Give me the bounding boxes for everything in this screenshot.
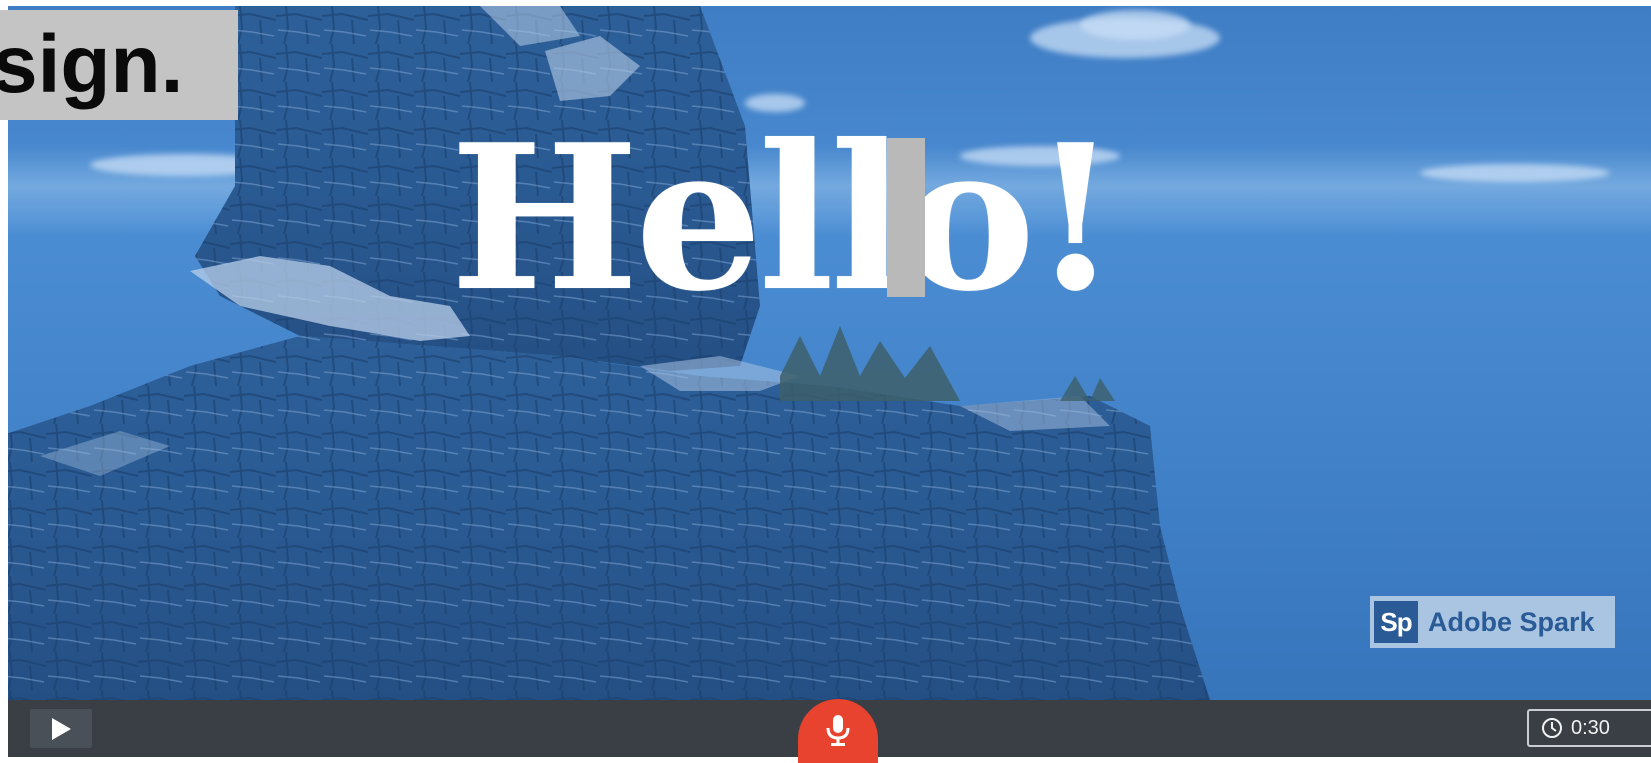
clipped-heading — [0, 0, 1651, 6]
text-cursor-highlight — [887, 138, 925, 297]
slide-headline[interactable]: Hello! — [450, 104, 1170, 334]
title-overlay-box: sign. — [0, 10, 238, 120]
duration-label: 0:30 — [1571, 716, 1610, 739]
adobe-spark-label: Adobe Spark — [1428, 606, 1595, 637]
microphone-icon — [826, 715, 850, 746]
playback-control-bar: 0:30 — [0, 699, 1651, 763]
record-voice-button[interactable] — [798, 699, 878, 763]
slide-canvas[interactable]: Hello! Sp Adobe Spark — [0, 6, 1651, 700]
clock-icon — [1542, 718, 1562, 738]
adobe-spark-watermark[interactable]: Sp Adobe Spark — [1370, 596, 1615, 648]
title-overlay-text: sign. — [0, 19, 184, 110]
duration-button[interactable]: 0:30 — [1527, 709, 1651, 747]
play-button[interactable] — [30, 709, 92, 748]
play-icon — [52, 718, 71, 740]
adobe-spark-logo: Sp — [1374, 601, 1418, 643]
